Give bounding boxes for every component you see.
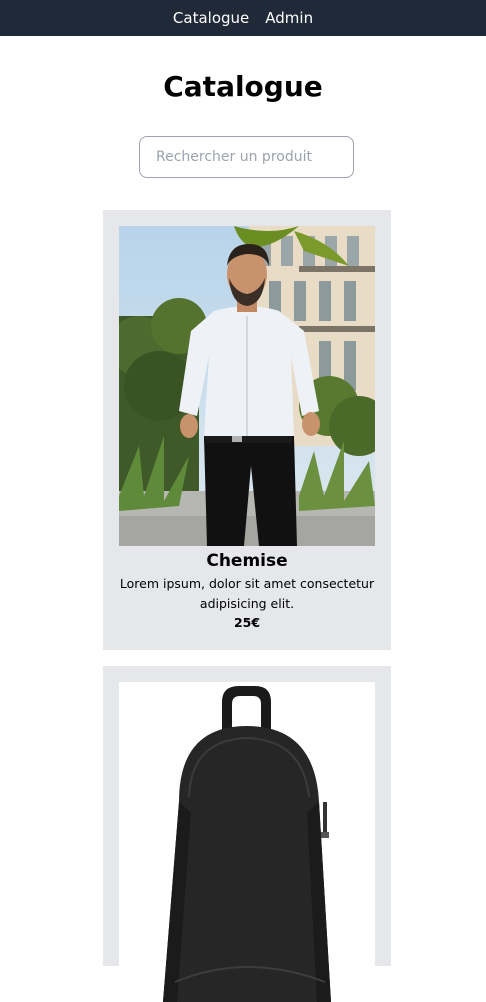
black-backpack-photo — [119, 682, 375, 1002]
product-card[interactable] — [103, 666, 391, 1002]
nav-link-admin[interactable]: Admin — [265, 9, 313, 27]
product-description: Lorem ipsum, dolor sit amet consectetur … — [119, 576, 375, 611]
nav-link-catalogue[interactable]: Catalogue — [173, 9, 249, 27]
product-price: 25€ — [233, 615, 261, 630]
page-title: Catalogue — [163, 70, 323, 103]
man-in-white-shirt-photo — [119, 226, 375, 546]
search-input[interactable] — [139, 136, 354, 178]
product-card[interactable]: Chemise Lorem ipsum, dolor sit amet cons… — [103, 210, 391, 650]
product-name: Chemise — [206, 551, 288, 571]
top-navbar: Catalogue Admin — [0, 0, 486, 36]
